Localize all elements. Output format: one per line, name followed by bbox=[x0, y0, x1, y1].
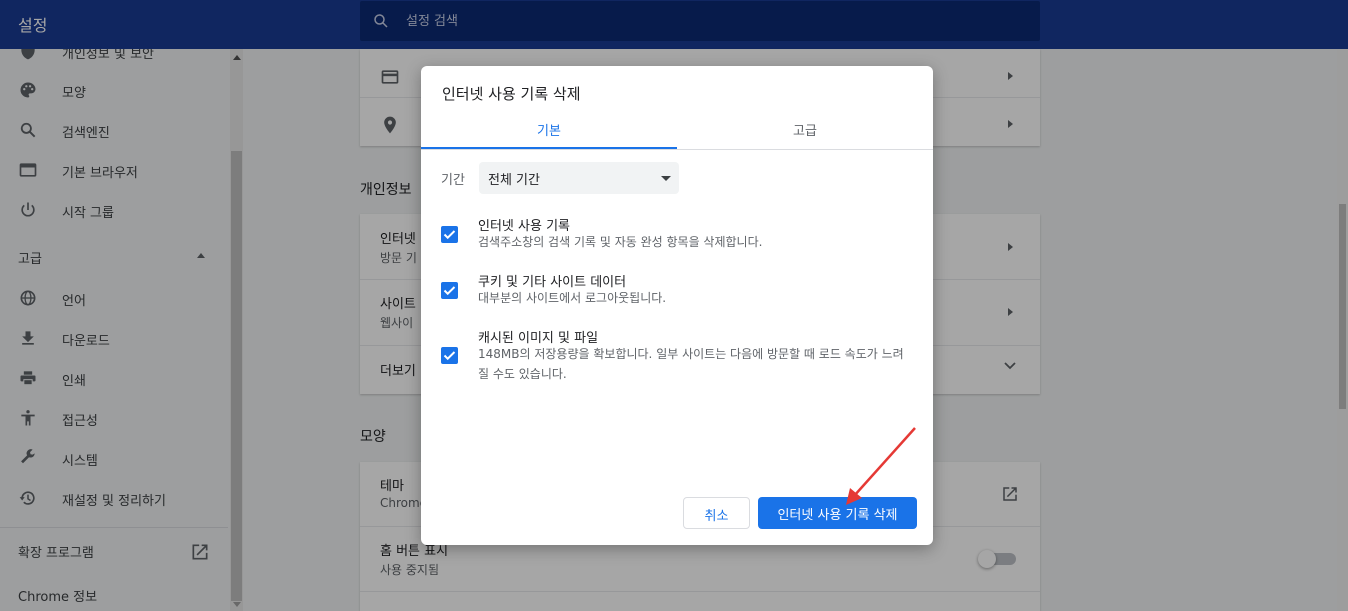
cache-option-desc: 148MB의 저장용량을 확보합니다. 일부 사이트는 다음에 방문할 때 로드… bbox=[478, 347, 904, 381]
tab-advanced[interactable]: 고급 bbox=[677, 111, 933, 149]
checkmark-icon bbox=[443, 351, 456, 361]
history-option-desc: 검색주소창의 검색 기록 및 자동 완성 항목을 삭제합니다. bbox=[478, 235, 763, 249]
dialog-title: 인터넷 사용 기록 삭제 bbox=[442, 85, 581, 103]
cookies-option-desc: 대부분의 사이트에서 로그아웃됩니다. bbox=[478, 291, 667, 305]
tab-divider bbox=[421, 149, 933, 150]
history-checkbox[interactable] bbox=[441, 226, 458, 243]
cache-checkbox[interactable] bbox=[441, 347, 458, 364]
annotation-arrow-icon bbox=[846, 427, 916, 505]
tab-basic[interactable]: 기본 bbox=[421, 111, 677, 149]
cancel-button[interactable]: 취소 bbox=[683, 497, 750, 529]
time-range-select[interactable]: 전체 기간 bbox=[479, 162, 679, 194]
cookies-checkbox[interactable] bbox=[441, 282, 458, 299]
checkmark-icon bbox=[443, 286, 456, 296]
checkmark-icon bbox=[443, 230, 456, 240]
time-range-value: 전체 기간 bbox=[488, 173, 540, 188]
time-range-label: 기간 bbox=[441, 173, 465, 188]
dropdown-arrow-icon bbox=[661, 176, 671, 181]
